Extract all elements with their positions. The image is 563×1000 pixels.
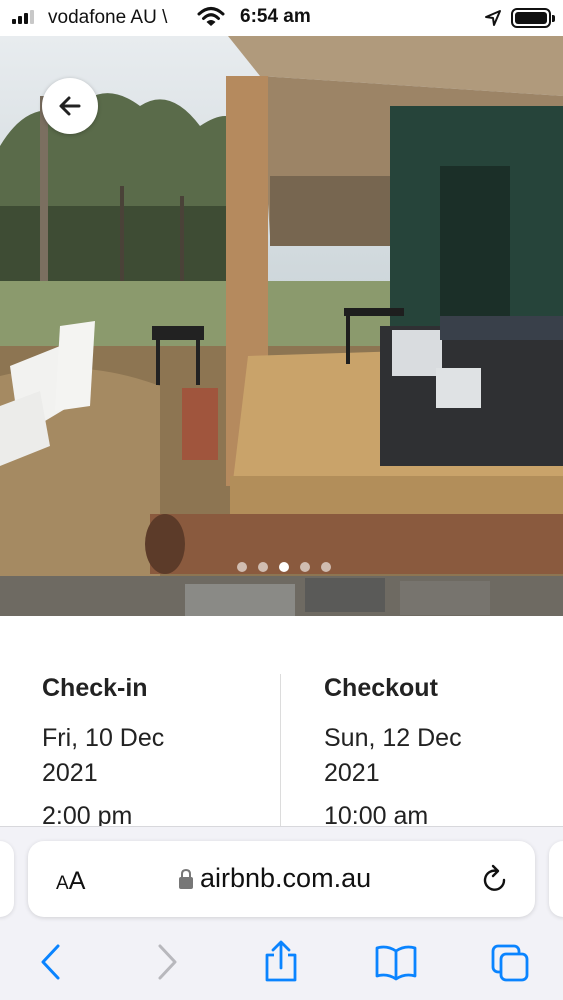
location-arrow-icon xyxy=(484,9,502,32)
url-display[interactable]: airbnb.com.au xyxy=(178,863,371,894)
next-tab-peek[interactable] xyxy=(549,841,563,917)
status-time: 6:54 am xyxy=(240,6,311,27)
chevron-left-icon xyxy=(41,944,60,980)
checkout-date: Sun, 12 Dec 2021 xyxy=(324,724,462,787)
column-divider xyxy=(280,674,281,826)
checkin-label: Check-in xyxy=(42,674,148,702)
signal-strength-icon xyxy=(12,10,34,24)
checkout-label: Checkout xyxy=(324,674,438,702)
listing-photo-carousel[interactable] xyxy=(0,36,563,616)
chevron-right-icon xyxy=(158,944,177,980)
lock-icon xyxy=(179,868,193,889)
book-open-icon xyxy=(375,945,417,981)
status-bar: vodafone AU \ 6:54 am xyxy=(0,0,563,36)
battery-icon xyxy=(511,8,555,28)
page-settings-button[interactable]: AA xyxy=(56,867,85,896)
url-text: airbnb.com.au xyxy=(200,863,372,893)
browser-bottom-bar: AA airbnb.com.au xyxy=(0,826,563,1000)
reload-icon xyxy=(483,864,506,891)
wifi-icon xyxy=(197,6,225,33)
reload-button[interactable] xyxy=(480,863,510,900)
checkin-time: 2:00 pm xyxy=(42,802,133,826)
checkout-section: Checkout Sun, 12 Dec 2021 10:00 am xyxy=(324,674,504,826)
forward-nav-button[interactable] xyxy=(156,943,180,986)
checkout-time: 10:00 am xyxy=(324,802,429,826)
carousel-pagination xyxy=(237,562,331,572)
share-icon xyxy=(265,940,297,982)
pagination-dot-active[interactable] xyxy=(279,562,289,572)
back-button[interactable] xyxy=(42,78,98,134)
address-bar[interactable]: AA airbnb.com.au xyxy=(28,841,535,917)
tabs-icon xyxy=(491,944,529,982)
bookmarks-button[interactable] xyxy=(374,943,418,986)
back-nav-button[interactable] xyxy=(38,943,62,986)
pagination-dot[interactable] xyxy=(300,562,310,572)
carrier-name: vodafone AU \ xyxy=(48,7,168,28)
checkin-date: Fri, 10 Dec 2021 xyxy=(42,724,165,787)
share-button[interactable] xyxy=(262,939,300,988)
pagination-dot[interactable] xyxy=(321,562,331,572)
browser-toolbar xyxy=(0,939,563,989)
pagination-dot[interactable] xyxy=(237,562,247,572)
checkin-section: Check-in Fri, 10 Dec 2021 2:00 pm xyxy=(42,674,222,826)
booking-dates: Check-in Fri, 10 Dec 2021 2:00 pm Checko… xyxy=(0,616,563,826)
previous-tab-peek[interactable] xyxy=(0,841,14,917)
tabs-button[interactable] xyxy=(490,943,532,988)
pagination-dot[interactable] xyxy=(258,562,268,572)
arrow-left-icon xyxy=(59,96,81,116)
